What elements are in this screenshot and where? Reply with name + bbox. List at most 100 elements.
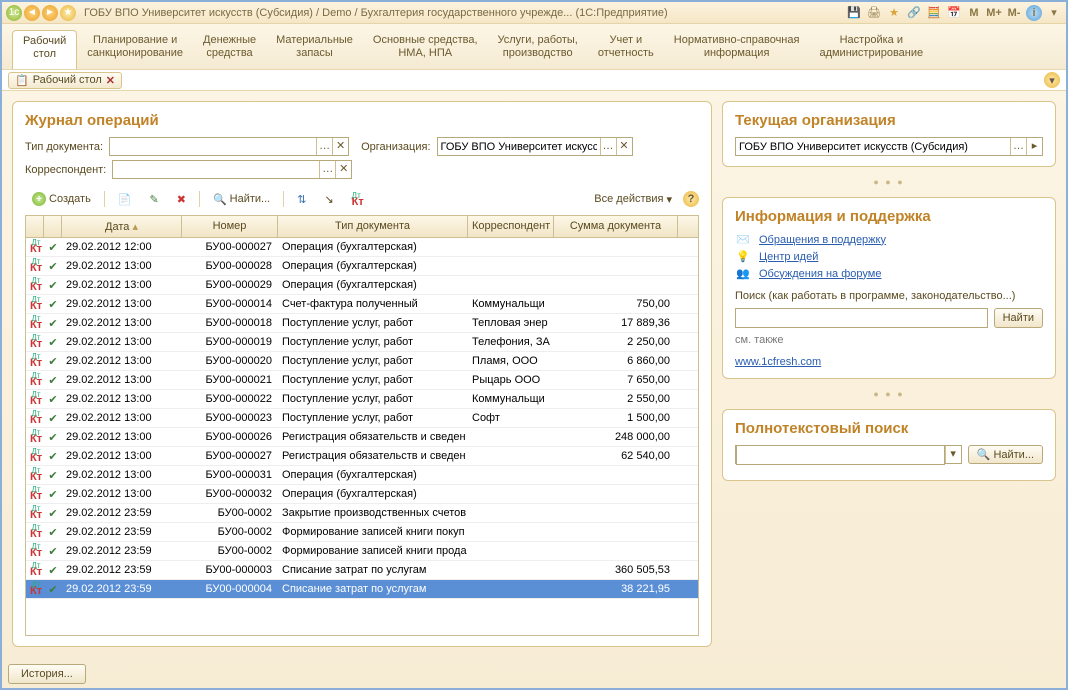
table-row[interactable]: ДтКт✔29.02.2012 23:59БУ00-000004Списание… xyxy=(26,580,698,599)
col-sum[interactable]: Сумма документа xyxy=(554,216,678,237)
tab-close-icon[interactable]: ✕ xyxy=(106,74,115,87)
gripper[interactable]: ● ● ● xyxy=(722,389,1056,399)
table-row[interactable]: ДтКт✔29.02.2012 23:59БУ00-0002Формирован… xyxy=(26,542,698,561)
nav-money[interactable]: Денежныесредства xyxy=(193,30,266,69)
nav-settings[interactable]: Настройка иадминистрирование xyxy=(809,30,933,69)
nav-assets[interactable]: Основные средства,НМА, НПА xyxy=(363,30,488,69)
org-select-open-icon[interactable]: ▸ xyxy=(1026,138,1042,155)
org-input[interactable] xyxy=(438,138,600,155)
table-row[interactable]: ДтКт✔29.02.2012 13:00БУ00-000018Поступле… xyxy=(26,314,698,333)
link-forum[interactable]: Обсуждения на форуме xyxy=(759,268,881,280)
corr-dots-icon[interactable]: … xyxy=(319,161,335,178)
copy-button[interactable]: 📄 xyxy=(111,190,139,209)
fts-combo[interactable]: ▾ xyxy=(735,445,962,464)
org-combo[interactable]: … ✕ xyxy=(437,137,633,156)
nav-fwd-icon[interactable]: ► xyxy=(42,5,58,21)
find-button[interactable]: 🔍 Найти... xyxy=(206,190,277,209)
org-select-input[interactable] xyxy=(736,138,1010,155)
table-row[interactable]: ДтКт✔29.02.2012 13:00БУ00-000014Счет-фак… xyxy=(26,295,698,314)
org-clear-icon[interactable]: ✕ xyxy=(616,138,632,155)
tab-desktop[interactable]: 📋 Рабочий стол ✕ xyxy=(8,72,122,89)
nav-desktop[interactable]: Рабочийстол xyxy=(12,30,77,69)
corr-clear-icon[interactable]: ✕ xyxy=(335,161,351,178)
table-row[interactable]: ДтКт✔29.02.2012 13:00БУ00-000026Регистра… xyxy=(26,428,698,447)
cell-date: 29.02.2012 23:59 xyxy=(62,507,182,519)
edit-button[interactable]: ✎ xyxy=(143,190,166,209)
col-corr[interactable]: Корреспондент xyxy=(468,216,554,237)
org-dots-icon[interactable]: … xyxy=(600,138,616,155)
table-row[interactable]: ДтКт✔29.02.2012 13:00БУ00-000027Регистра… xyxy=(26,447,698,466)
nav-planning[interactable]: Планирование исанкционирование xyxy=(77,30,193,69)
grid-body[interactable]: ДтКт✔29.02.2012 12:00БУ00-000027Операция… xyxy=(26,238,698,635)
link-support[interactable]: Обращения в поддержку xyxy=(759,234,886,246)
fts-dropdown-icon[interactable]: ▾ xyxy=(945,446,961,463)
table-row[interactable]: ДтКт✔29.02.2012 13:00БУ00-000023Поступле… xyxy=(26,409,698,428)
m-button[interactable]: M xyxy=(966,5,982,21)
cell-date: 29.02.2012 13:00 xyxy=(62,412,182,424)
col-date[interactable]: Дата ▴ xyxy=(62,216,182,237)
link-site[interactable]: www.1cfresh.com xyxy=(735,356,821,368)
table-row[interactable]: ДтКт✔29.02.2012 13:00БУ00-000028Операция… xyxy=(26,257,698,276)
doctype-dots-icon[interactable]: … xyxy=(316,138,332,155)
favorites-icon[interactable]: ★ xyxy=(60,5,76,21)
help-search-input[interactable] xyxy=(735,308,988,328)
swap-button[interactable]: ⇅ xyxy=(290,190,313,209)
table-row[interactable]: ДтКт✔29.02.2012 13:00БУ00-000020Поступле… xyxy=(26,352,698,371)
table-row[interactable]: ДтКт✔29.02.2012 13:00БУ00-000032Операция… xyxy=(26,485,698,504)
col-number[interactable]: Номер xyxy=(182,216,278,237)
print-icon[interactable]: 🖨 xyxy=(866,5,882,21)
table-row[interactable]: ДтКт✔29.02.2012 13:00БУ00-000019Поступле… xyxy=(26,333,698,352)
collapse-icon[interactable]: ▾ xyxy=(1044,72,1060,88)
fts-input[interactable] xyxy=(736,445,945,465)
corr-combo[interactable]: … ✕ xyxy=(112,160,352,179)
nav-services[interactable]: Услуги, работы,производство xyxy=(488,30,588,69)
mminus-button[interactable]: M- xyxy=(1006,5,1022,21)
create-button[interactable]: +Создать xyxy=(25,189,98,209)
table-row[interactable]: ДтКт✔29.02.2012 23:59БУ00-000003Списание… xyxy=(26,561,698,580)
table-row[interactable]: ДтКт✔29.02.2012 13:00БУ00-000031Операция… xyxy=(26,466,698,485)
cell-sum: 248 000,00 xyxy=(554,431,678,443)
help-icon[interactable]: ? xyxy=(683,191,699,207)
col-type[interactable]: Тип документа xyxy=(278,216,468,237)
dtkt-button[interactable]: ДтКт xyxy=(345,189,371,209)
dtkt-icon: ДтКт xyxy=(30,562,42,576)
main-nav: Рабочийстол Планирование исанкционирован… xyxy=(2,24,1066,69)
doctype-combo[interactable]: … ✕ xyxy=(109,137,349,156)
info-icon[interactable]: i xyxy=(1026,5,1042,21)
fts-find-button[interactable]: 🔍 Найти... xyxy=(968,445,1043,464)
org-select-dots-icon[interactable]: … xyxy=(1010,138,1026,155)
goto-button[interactable]: ↘ xyxy=(317,190,340,209)
mplus-button[interactable]: M+ xyxy=(986,5,1002,21)
delete-button[interactable]: ✖ xyxy=(170,190,193,209)
doctype-clear-icon[interactable]: ✕ xyxy=(332,138,348,155)
calc-icon[interactable]: 🧮 xyxy=(926,5,942,21)
nav-back-icon[interactable]: ◄ xyxy=(24,5,40,21)
table-row[interactable]: ДтКт✔29.02.2012 23:59БУ00-0002Формирован… xyxy=(26,523,698,542)
nav-accounting[interactable]: Учет иотчетность xyxy=(588,30,664,69)
doctype-input[interactable] xyxy=(110,138,316,155)
table-row[interactable]: ДтКт✔29.02.2012 23:59БУ00-0002Закрытие п… xyxy=(26,504,698,523)
nav-reference[interactable]: Нормативно-справочнаяинформация xyxy=(664,30,810,69)
calendar-icon[interactable]: 📅 xyxy=(946,5,962,21)
cell-date: 29.02.2012 13:00 xyxy=(62,279,182,291)
corr-input[interactable] xyxy=(113,161,319,178)
org-select[interactable]: … ▸ xyxy=(735,137,1043,156)
table-row[interactable]: ДтКт✔29.02.2012 12:00БУ00-000027Операция… xyxy=(26,238,698,257)
help-search-button[interactable]: Найти xyxy=(994,308,1043,328)
table-row[interactable]: ДтКт✔29.02.2012 13:00БУ00-000022Поступле… xyxy=(26,390,698,409)
dropdown-icon[interactable]: ▾ xyxy=(1046,5,1062,21)
cell-sum: 360 505,53 xyxy=(554,564,678,576)
gripper[interactable]: ● ● ● xyxy=(722,177,1056,187)
link-icon[interactable]: 🔗 xyxy=(906,5,922,21)
table-row[interactable]: ДтКт✔29.02.2012 13:00БУ00-000029Операция… xyxy=(26,276,698,295)
cell-date: 29.02.2012 12:00 xyxy=(62,241,182,253)
history-button[interactable]: История... xyxy=(8,664,86,684)
save-icon[interactable]: 💾 xyxy=(846,5,862,21)
table-row[interactable]: ДтКт✔29.02.2012 13:00БУ00-000021Поступле… xyxy=(26,371,698,390)
nav-materials[interactable]: Материальныезапасы xyxy=(266,30,363,69)
link-ideas[interactable]: Центр идей xyxy=(759,251,818,263)
star-icon[interactable]: ★ xyxy=(886,5,902,21)
all-actions-button[interactable]: Все действия ▾ xyxy=(587,190,679,209)
doc-status-icon: ✔ xyxy=(44,583,62,596)
doc-status-icon: ✔ xyxy=(44,355,62,368)
